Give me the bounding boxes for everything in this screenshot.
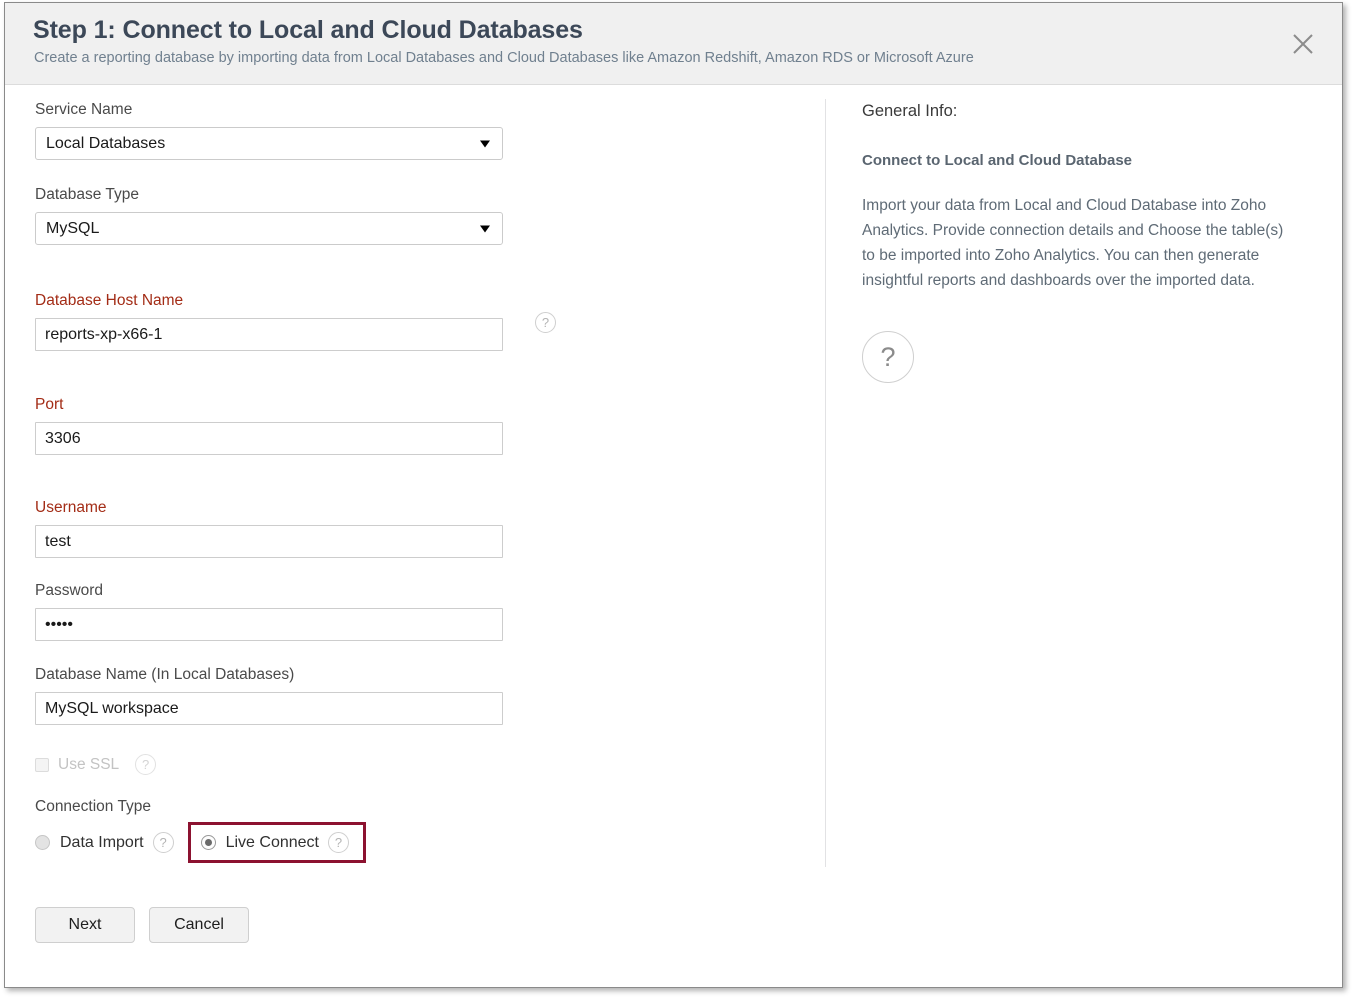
- dialog-header: Step 1: Connect to Local and Cloud Datab…: [5, 3, 1342, 85]
- general-info-title: General Info:: [862, 102, 958, 120]
- label-password: Password: [35, 582, 104, 599]
- field-database-name: Database Name (In Local Databases): [35, 665, 595, 725]
- label-database-host-name: Database Host Name: [35, 292, 184, 309]
- radio-dot-live-connect[interactable]: [200, 835, 216, 850]
- select-database-type[interactable]: MySQL: [35, 212, 503, 245]
- label-service-name: Service Name: [35, 101, 133, 118]
- database-name-input[interactable]: [35, 692, 503, 725]
- label-connection-type: Connection Type: [35, 798, 152, 815]
- radio-option-live-connect[interactable]: Live Connect ?: [187, 822, 366, 863]
- select-service-name-value: Local Databases: [46, 134, 166, 152]
- help-icon-database-host-name[interactable]: ?: [535, 312, 556, 333]
- general-info-subtitle: Connect to Local and Cloud Database: [862, 152, 1133, 169]
- field-database-type: Database Type MySQL: [35, 185, 595, 245]
- password-input[interactable]: [35, 608, 503, 641]
- help-icon-data-import[interactable]: ?: [152, 832, 174, 853]
- radio-dot-data-import[interactable]: [35, 835, 50, 850]
- use-ssl-checkbox[interactable]: [35, 757, 49, 772]
- field-username: Username: [35, 498, 595, 558]
- label-port: Port: [35, 396, 64, 413]
- help-icon-live-connect[interactable]: ?: [327, 832, 349, 853]
- close-icon[interactable]: [1288, 29, 1318, 59]
- username-input[interactable]: [35, 525, 503, 558]
- connect-database-dialog: Step 1: Connect to Local and Cloud Datab…: [4, 2, 1343, 988]
- help-icon-general-info[interactable]: ?: [862, 331, 914, 383]
- field-use-ssl: Use SSL ?: [35, 754, 595, 775]
- radio-label-data-import: Data Import: [60, 833, 144, 851]
- column-divider: [825, 99, 826, 867]
- port-input[interactable]: [35, 422, 503, 455]
- select-database-type-value: MySQL: [46, 219, 100, 237]
- dialog-body: Service Name Local Databases Database Ty…: [5, 85, 1342, 987]
- dialog-actions: Next Cancel: [35, 907, 595, 943]
- chevron-down-icon: [480, 225, 490, 232]
- field-port: Port: [35, 395, 595, 455]
- select-service-name[interactable]: Local Databases: [35, 127, 503, 160]
- page-title: Step 1: Connect to Local and Cloud Datab…: [33, 16, 583, 44]
- field-password: Password: [35, 581, 595, 641]
- label-database-type: Database Type: [35, 186, 139, 203]
- label-use-ssl: Use SSL: [58, 755, 120, 773]
- cancel-button[interactable]: Cancel: [149, 907, 249, 943]
- dialog-page: Step 1: Connect to Local and Cloud Datab…: [0, 0, 1355, 1000]
- label-database-name: Database Name (In Local Databases): [35, 666, 295, 683]
- general-info-panel: General Info: Connect to Local and Cloud…: [862, 85, 1302, 383]
- field-connection-type: Connection Type Data Import ? Live Conne…: [35, 797, 595, 863]
- general-info-body: Import your data from Local and Cloud Da…: [862, 197, 1284, 289]
- page-subtitle: Create a reporting database by importing…: [34, 50, 974, 66]
- database-host-name-input[interactable]: [35, 318, 503, 351]
- label-username: Username: [35, 499, 107, 516]
- radio-option-data-import[interactable]: Data Import ?: [35, 832, 174, 853]
- general-info-help-wrap: ?: [862, 331, 1302, 383]
- help-icon-use-ssl[interactable]: ?: [135, 754, 157, 775]
- connection-type-radio-group: Data Import ? Live Connect ?: [35, 822, 595, 863]
- chevron-down-icon: [480, 140, 490, 147]
- connection-form: Service Name Local Databases Database Ty…: [35, 85, 595, 943]
- radio-label-live-connect: Live Connect: [225, 833, 319, 851]
- field-database-host-name: Database Host Name ?: [35, 291, 595, 351]
- field-service-name: Service Name Local Databases: [35, 100, 595, 160]
- next-button[interactable]: Next: [35, 907, 135, 943]
